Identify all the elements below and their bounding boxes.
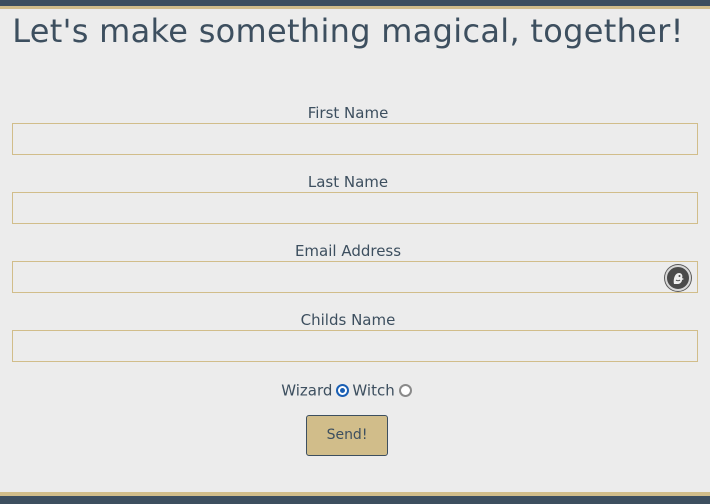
- email-label: Email Address: [294, 242, 402, 260]
- wizard-radio[interactable]: [336, 384, 350, 397]
- last-name-field[interactable]: [12, 192, 698, 224]
- witch-radio[interactable]: [398, 384, 412, 397]
- witch-option-label: Witch: [352, 381, 395, 400]
- bottom-border-dark: [0, 496, 710, 504]
- childs-name-field[interactable]: [12, 330, 698, 362]
- page-title: Let's make something magical, together!: [12, 12, 684, 50]
- contact-form-page: Let's make something magical, together! …: [0, 0, 710, 504]
- bottom-border: [0, 492, 710, 504]
- top-border-gold: [0, 6, 710, 9]
- duck-icon[interactable]: [665, 265, 691, 291]
- email-field[interactable]: [12, 261, 698, 293]
- first-name-label: First Name: [307, 104, 389, 122]
- childs-name-label: Childs Name: [300, 311, 396, 329]
- wizard-option-label: Wizard: [281, 381, 333, 400]
- top-border: [0, 0, 710, 9]
- last-name-label: Last Name: [307, 173, 389, 191]
- send-button[interactable]: Send!: [306, 415, 388, 456]
- first-name-field[interactable]: [12, 123, 698, 155]
- wizard-witch-radio-group: Wizard Witch: [0, 380, 696, 401]
